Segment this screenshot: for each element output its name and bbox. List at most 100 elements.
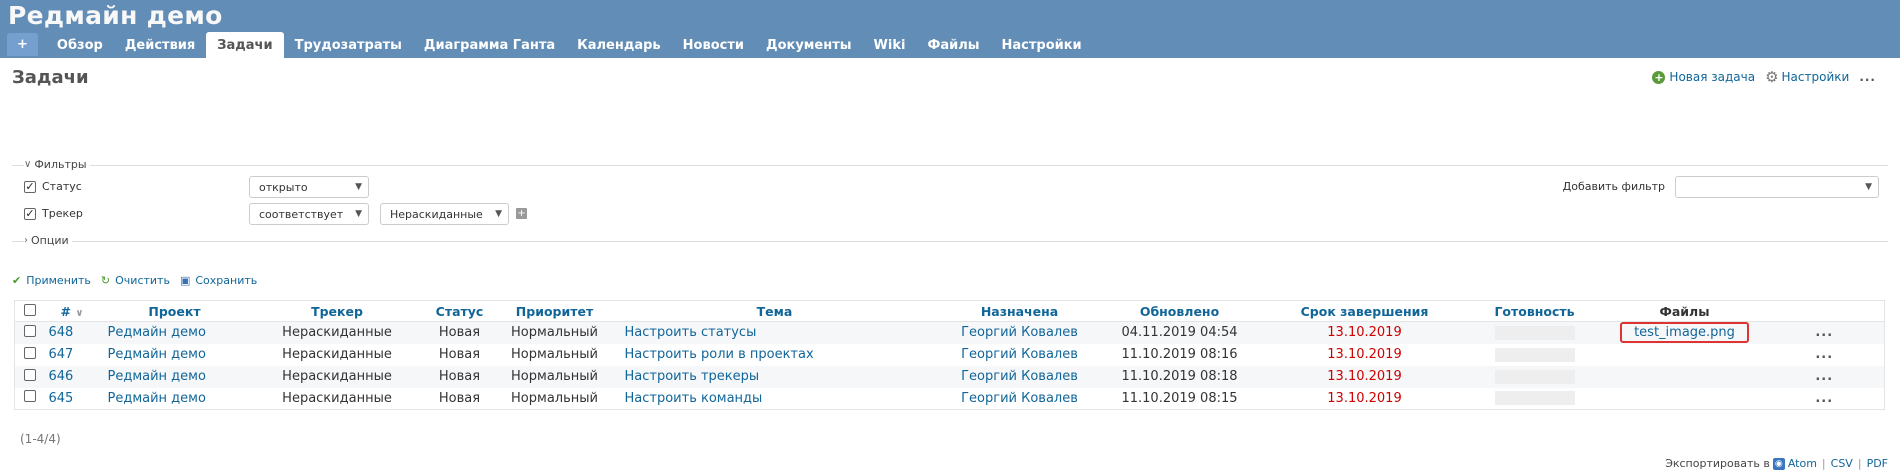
settings-label: Настройки (1781, 70, 1850, 84)
settings-link[interactable]: ⚙ Настройки (1765, 67, 1850, 86)
clear-link[interactable]: ↻ Очистить (101, 274, 170, 287)
tracker-value-select[interactable]: Нераскиданные ▼ (380, 203, 509, 225)
save-label: Сохранить (195, 274, 258, 287)
filters-legend[interactable]: ∨ Фильтры (24, 158, 90, 171)
tab-issues[interactable]: Задачи (206, 32, 284, 58)
tab-new-object[interactable]: + (7, 33, 38, 56)
tab-settings[interactable]: Настройки (991, 32, 1093, 58)
column-due-date[interactable]: Срок завершения (1264, 300, 1465, 322)
due-date-cell: 13.10.2019 (1264, 343, 1465, 366)
filter-status-row: ✓ Статус (24, 180, 82, 193)
issue-id-link[interactable]: 646 (44, 365, 90, 388)
table-row[interactable]: 646 Редмайн демо Нераскиданные Новая Нор… (14, 365, 1885, 388)
attachment-link[interactable]: test_image.png (1620, 322, 1749, 344)
issue-id-link[interactable]: 645 (44, 387, 90, 410)
select-all-header (14, 300, 45, 322)
contextual-actions: + Новая задача ⚙ Настройки ... (1642, 67, 1876, 86)
tab-files[interactable]: Файлы (916, 32, 990, 58)
project-link[interactable]: Редмайн демо (89, 365, 260, 388)
tracker-operator-select[interactable]: соответствует ▼ (249, 203, 369, 225)
add-filter-label: Добавить фильтр (1562, 180, 1665, 193)
status-cell: Новая (414, 343, 505, 366)
issue-id-link[interactable]: 648 (44, 321, 90, 344)
feed-icon: ◉ (1772, 457, 1785, 470)
table-header-row: # ∨ Проект Трекер Статус Приоритет Тема … (14, 300, 1885, 322)
tab-time-entries[interactable]: Трудозатраты (284, 32, 413, 58)
gear-icon: ⚙ (1765, 67, 1779, 86)
export-pdf-link[interactable]: PDF (1867, 457, 1888, 470)
row-menu-icon[interactable]: ... (1815, 347, 1833, 362)
tracker-cell: Нераскиданные (259, 387, 415, 410)
filter-tracker-row: ✓ Трекер (24, 207, 83, 220)
export-atom-link[interactable]: Atom (1788, 457, 1817, 470)
subject-link[interactable]: Настроить команды (604, 387, 945, 410)
filter-status-checkbox[interactable]: ✓ (24, 180, 36, 193)
tab-wiki[interactable]: Wiki (863, 32, 917, 58)
project-title[interactable]: Редмайн демо (8, 1, 223, 30)
separator: | (1821, 457, 1826, 470)
add-icon: + (1652, 70, 1666, 84)
column-updated[interactable]: Обновлено (1094, 300, 1265, 322)
status-operator-select[interactable]: открыто ▼ (249, 176, 369, 198)
project-link[interactable]: Редмайн демо (89, 343, 260, 366)
column-id[interactable]: # ∨ (44, 300, 90, 322)
files-cell (1604, 365, 1765, 388)
tab-overview[interactable]: Обзор (46, 32, 114, 58)
table-row[interactable]: 647 Редмайн демо Нераскиданные Новая Нор… (14, 343, 1885, 366)
issues-table: # ∨ Проект Трекер Статус Приоритет Тема … (14, 300, 1885, 410)
tab-gantt[interactable]: Диаграмма Ганта (413, 32, 566, 58)
column-subject[interactable]: Тема (604, 300, 945, 322)
column-status[interactable]: Статус (414, 300, 505, 322)
tracker-value: Нераскиданные (390, 207, 483, 221)
row-checkbox[interactable] (23, 368, 36, 381)
tab-news[interactable]: Новости (672, 32, 755, 58)
assignee-link[interactable]: Георгий Ковалев (944, 321, 1095, 344)
row-menu-icon[interactable]: ... (1815, 391, 1833, 406)
subject-link[interactable]: Настроить статусы (604, 321, 945, 344)
assignee-link[interactable]: Георгий Ковалев (944, 387, 1095, 410)
tab-activity[interactable]: Действия (114, 32, 206, 58)
chevron-down-icon: ▼ (355, 182, 362, 192)
filter-tracker-checkbox[interactable]: ✓ (24, 207, 36, 220)
subject-link[interactable]: Настроить роли в проектах (604, 343, 945, 366)
assignee-link[interactable]: Георгий Ковалев (944, 343, 1095, 366)
column-done-ratio[interactable]: Готовность (1464, 300, 1605, 322)
table-row[interactable]: 648 Редмайн демо Нераскиданные Новая Нор… (14, 321, 1885, 344)
save-link[interactable]: ▣ Сохранить (180, 274, 257, 287)
column-assignee[interactable]: Назначена (944, 300, 1095, 322)
add-value-icon[interactable]: + (516, 208, 527, 219)
filter-tracker-label: Трекер (42, 207, 83, 220)
updated-cell: 11.10.2019 08:18 (1094, 365, 1265, 388)
status-cell: Новая (414, 365, 505, 388)
column-tracker[interactable]: Трекер (259, 300, 415, 322)
project-link[interactable]: Редмайн демо (89, 321, 260, 344)
column-priority[interactable]: Приоритет (504, 300, 605, 322)
select-all-checkbox[interactable] (23, 303, 36, 316)
more-menu-icon[interactable]: ... (1859, 70, 1876, 84)
row-checkbox[interactable] (23, 324, 36, 337)
reload-icon: ↻ (100, 274, 111, 287)
subject-link[interactable]: Настроить трекеры (604, 365, 945, 388)
row-checkbox[interactable] (23, 346, 36, 359)
column-project[interactable]: Проект (89, 300, 260, 322)
export-csv-link[interactable]: CSV (1831, 457, 1853, 470)
row-checkbox[interactable] (23, 390, 36, 403)
add-filter-select[interactable]: ▼ (1675, 176, 1879, 198)
table-row[interactable]: 645 Редмайн демо Нераскиданные Новая Нор… (14, 387, 1885, 410)
separator: | (1857, 457, 1862, 470)
sort-desc-icon: ∨ (75, 307, 84, 319)
row-menu-icon[interactable]: ... (1815, 325, 1833, 340)
tab-documents[interactable]: Документы (755, 32, 863, 58)
issue-id-link[interactable]: 647 (44, 343, 90, 366)
chevron-down-icon: ▼ (495, 209, 502, 219)
new-issue-link[interactable]: + Новая задача (1652, 70, 1755, 84)
tab-calendar[interactable]: Календарь (566, 32, 672, 58)
row-menu-icon[interactable]: ... (1815, 369, 1833, 384)
apply-link[interactable]: ✔ Применить (12, 274, 91, 287)
project-link[interactable]: Редмайн демо (89, 387, 260, 410)
progress-cell (1464, 387, 1605, 410)
priority-cell: Нормальный (504, 343, 605, 366)
assignee-link[interactable]: Георгий Ковалев (944, 365, 1095, 388)
options-legend[interactable]: › Опции (24, 234, 72, 247)
column-actions (1764, 300, 1885, 322)
